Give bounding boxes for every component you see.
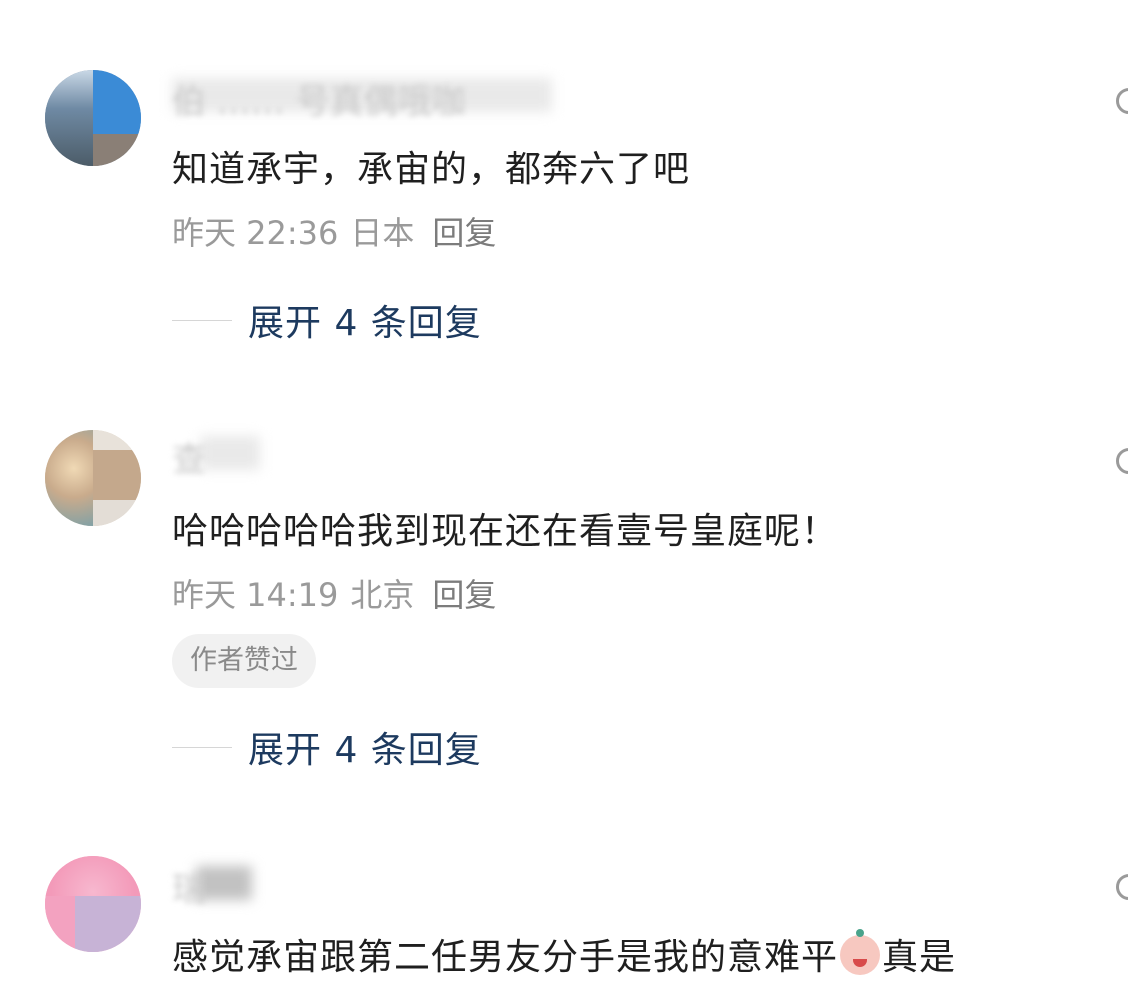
avatar-image-left bbox=[45, 896, 75, 952]
comment-text: 感觉承宙跟第二任男友分手是我的意难平 真是 bbox=[172, 928, 956, 980]
avatar[interactable] bbox=[45, 856, 141, 952]
crying-face-icon bbox=[840, 929, 881, 975]
comment-text-part: 感觉承宙跟第二任男友分手是我的意难平 bbox=[172, 937, 839, 978]
comment-item: 瑞 感觉承宙跟第二任男友分手是我的意难平 真是 bbox=[0, 0, 1128, 987]
avatar-image-top bbox=[45, 856, 141, 896]
username[interactable]: 瑞 bbox=[172, 862, 206, 910]
comment-text-part: 真是 bbox=[882, 937, 957, 978]
more-options-icon[interactable] bbox=[1116, 874, 1128, 900]
avatar-image-center bbox=[75, 896, 141, 952]
